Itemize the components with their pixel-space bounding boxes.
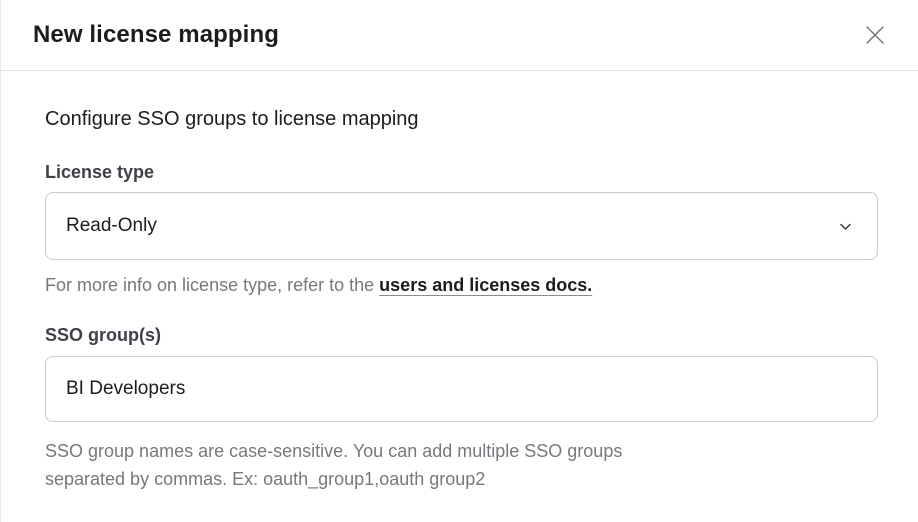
license-type-select[interactable]: Read-Only [45, 192, 878, 260]
form-heading: Configure SSO groups to license mapping [45, 107, 878, 131]
sso-groups-label: SSO group(s) [45, 324, 878, 346]
license-type-field: License type Read-Only For more info on … [45, 161, 878, 297]
close-icon [863, 23, 887, 47]
modal-body: Configure SSO groups to license mapping … [1, 71, 918, 493]
sso-groups-help-line-1: SSO group names are case-sensitive. You … [45, 441, 622, 461]
modal-header: New license mapping [1, 0, 918, 71]
sso-groups-help-line-2: separated by commas. Ex: oauth_group1,oa… [45, 469, 485, 489]
license-type-help: For more info on license type, refer to … [45, 273, 878, 297]
sso-groups-help: SSO group names are case-sensitive. You … [45, 437, 878, 493]
license-type-help-text: For more info on license type, refer to … [45, 275, 379, 295]
sso-groups-input[interactable] [45, 356, 878, 422]
sso-groups-field: SSO group(s) SSO group names are case-se… [45, 324, 878, 493]
license-type-selected-value: Read-Only [66, 215, 157, 237]
license-type-label: License type [45, 161, 878, 183]
close-button[interactable] [860, 20, 890, 50]
users-and-licenses-docs-link[interactable]: users and licenses docs. [379, 275, 592, 295]
new-license-mapping-modal: New license mapping Configure SSO groups… [0, 0, 918, 522]
modal-title: New license mapping [33, 21, 279, 49]
chevron-down-icon [838, 219, 853, 234]
